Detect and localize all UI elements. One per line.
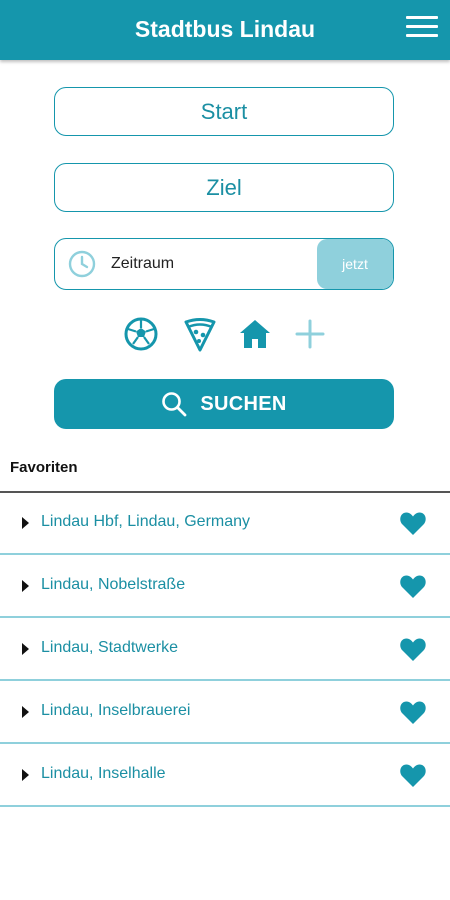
caret-right-icon[interactable]	[22, 580, 29, 592]
favorite-label: Lindau, Inselhalle	[41, 765, 166, 782]
heart-icon[interactable]	[398, 697, 428, 727]
favorite-item[interactable]: Lindau, Inselbrauerei	[0, 681, 450, 744]
favorite-item[interactable]: Lindau, Stadtwerke	[0, 618, 450, 681]
app-bar: Stadtbus Lindau	[0, 0, 450, 60]
search-icon	[162, 392, 187, 417]
heart-icon[interactable]	[398, 760, 428, 790]
plus-icon[interactable]	[292, 316, 328, 352]
destination-label: Ziel	[206, 174, 242, 200]
favorites-heading: Favoriten	[10, 459, 78, 476]
clock-icon	[68, 250, 96, 278]
caret-right-icon[interactable]	[22, 643, 29, 655]
favorite-item[interactable]: Lindau Hbf, Lindau, Germany	[0, 492, 450, 555]
soccer-ball-icon[interactable]	[123, 316, 159, 352]
destination-field[interactable]: Ziel	[54, 163, 394, 212]
start-field[interactable]: Start	[54, 87, 394, 136]
favorites-list: Lindau Hbf, Lindau, Germany Lindau, Nobe…	[0, 492, 450, 807]
favorite-label: Lindau, Inselbrauerei	[41, 702, 191, 719]
heart-icon[interactable]	[398, 634, 428, 664]
caret-right-icon[interactable]	[22, 706, 29, 718]
time-range-field[interactable]: Zeitraum jetzt	[54, 238, 394, 290]
favorite-label: Lindau, Stadtwerke	[41, 639, 178, 656]
start-label: Start	[200, 98, 248, 124]
now-button[interactable]: jetzt	[317, 239, 393, 289]
pizza-icon[interactable]	[182, 316, 218, 352]
caret-right-icon[interactable]	[22, 769, 29, 781]
heart-icon[interactable]	[398, 508, 428, 538]
favorite-label: Lindau, Nobelstraße	[41, 576, 186, 593]
home-icon[interactable]	[237, 316, 273, 352]
favorite-item[interactable]: Lindau, Nobelstraße	[0, 555, 450, 618]
search-label: SUCHEN	[200, 392, 287, 415]
favorite-item[interactable]: Lindau, Inselhalle	[0, 744, 450, 807]
caret-right-icon[interactable]	[22, 517, 29, 529]
app-title: Stadtbus Lindau	[134, 16, 316, 42]
search-button[interactable]: SUCHEN	[54, 379, 394, 429]
hamburger-menu-icon[interactable]	[406, 16, 438, 42]
favorite-label: Lindau Hbf, Lindau, Germany	[41, 513, 251, 530]
heart-icon[interactable]	[398, 571, 428, 601]
time-range-label: Zeitraum	[111, 255, 175, 272]
